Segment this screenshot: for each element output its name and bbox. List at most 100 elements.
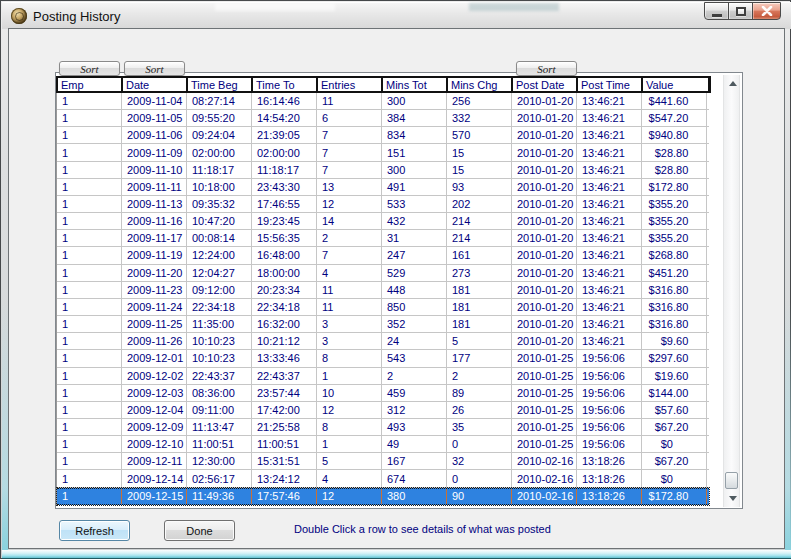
cell-time-to: 11:00:51 xyxy=(252,436,317,452)
cell-date: 2009-11-25 xyxy=(122,316,187,332)
cell-date: 2009-11-06 xyxy=(122,127,187,143)
minimize-button[interactable] xyxy=(704,2,729,20)
scroll-up-icon xyxy=(729,81,737,86)
cell-mins-chg: 89 xyxy=(447,385,512,401)
cell-time-to: 17:46:55 xyxy=(252,196,317,212)
table-row[interactable]: 12009-11-1610:47:2019:23:45144322142010-… xyxy=(57,213,709,230)
done-button[interactable]: Done xyxy=(164,520,235,541)
cell-value: $67.20 xyxy=(642,419,707,435)
cell-time-beg: 10:18:00 xyxy=(187,179,252,195)
cell-post-time: 13:18:26 xyxy=(577,453,642,469)
cell-mins-tot: 448 xyxy=(382,282,447,298)
table-row[interactable]: 12009-11-0902:00:0002:00:007151152010-01… xyxy=(57,144,709,161)
cell-mins-tot: 384 xyxy=(382,110,447,126)
refresh-button[interactable]: Refresh xyxy=(59,520,130,541)
table-row[interactable]: 12009-12-1011:00:5111:00:5114902010-01-2… xyxy=(57,436,709,453)
cell-date: 2009-11-11 xyxy=(122,179,187,195)
cell-mins-tot: 300 xyxy=(382,162,447,178)
cell-date: 2009-12-11 xyxy=(122,453,187,469)
sort-button-post-date[interactable]: Sort xyxy=(516,61,577,76)
column-header-time-to: Time To xyxy=(253,78,318,91)
table-row[interactable]: 12009-12-0222:43:3722:43:371222010-01-25… xyxy=(57,368,709,385)
column-header-mins-chg: Mins Chg xyxy=(448,78,513,91)
window-title: Posting History xyxy=(33,9,120,24)
cell-mins-chg: 214 xyxy=(447,230,512,246)
cell-date: 2009-11-05 xyxy=(122,110,187,126)
cell-post-time: 13:46:21 xyxy=(577,110,642,126)
table-row[interactable]: 12009-12-1402:56:1713:24:12467402010-02-… xyxy=(57,470,709,487)
cell-entries: 7 xyxy=(317,144,382,160)
table-row[interactable]: 12009-11-2422:34:1822:34:18118501812010-… xyxy=(57,299,709,316)
cell-time-beg: 09:11:00 xyxy=(187,402,252,418)
table-row[interactable]: 12009-11-2012:04:2718:00:0045292732010-0… xyxy=(57,265,709,282)
cell-time-to: 13:33:46 xyxy=(252,350,317,366)
cell-mins-chg: 0 xyxy=(447,436,512,452)
table-row[interactable]: 12009-11-2610:10:2310:21:1232452010-01-2… xyxy=(57,333,709,350)
table-row[interactable]: 12009-11-1912:24:0016:48:0072471612010-0… xyxy=(57,247,709,264)
cell-time-to: 16:32:00 xyxy=(252,316,317,332)
cell-emp: 1 xyxy=(57,144,122,160)
cell-post-date: 2010-01-20 xyxy=(512,144,577,160)
cell-value: $28.80 xyxy=(642,162,707,178)
cell-mins-chg: 26 xyxy=(447,402,512,418)
cell-post-time: 19:56:06 xyxy=(577,350,642,366)
sort-button-emp[interactable]: Sort xyxy=(59,61,120,76)
title-bar[interactable]: Posting History xyxy=(2,2,791,29)
cell-date: 2009-11-09 xyxy=(122,144,187,160)
table-row[interactable]: 12009-11-1110:18:0023:43:3013491932010-0… xyxy=(57,179,709,196)
table-row[interactable]: 12009-12-0308:36:0023:57:4410459892010-0… xyxy=(57,385,709,402)
sort-button-date[interactable]: Sort xyxy=(124,61,185,76)
column-header-emp: Emp xyxy=(58,78,123,91)
table-row[interactable]: 12009-11-0408:27:1416:14:46113002562010-… xyxy=(57,93,709,110)
table-row[interactable]: 12009-11-1309:35:3217:46:55125332022010-… xyxy=(57,196,709,213)
table-row[interactable]: 12009-11-2511:35:0016:32:0033521812010-0… xyxy=(57,316,709,333)
cell-emp: 1 xyxy=(57,419,122,435)
close-button[interactable] xyxy=(752,2,781,20)
table-row[interactable]: 12009-11-2309:12:0020:23:34114481812010-… xyxy=(57,282,709,299)
cell-mins-chg: 93 xyxy=(447,179,512,195)
table-row[interactable]: 12009-11-0609:24:0421:39:0578345702010-0… xyxy=(57,127,709,144)
scroll-down-icon xyxy=(729,496,737,501)
cell-emp: 1 xyxy=(57,333,122,349)
table-row[interactable]: 12009-12-0110:10:2313:33:4685431772010-0… xyxy=(57,350,709,367)
table-row[interactable]: 12009-12-1511:49:3617:57:4612380902010-0… xyxy=(57,488,709,505)
grid-body: 12009-11-0408:27:1416:14:46113002562010-… xyxy=(56,93,709,505)
cell-emp: 1 xyxy=(57,162,122,178)
scrollbar-thumb[interactable] xyxy=(725,472,738,489)
cell-date: 2009-11-23 xyxy=(122,282,187,298)
scroll-up-button[interactable] xyxy=(724,75,741,92)
cell-value: $0 xyxy=(642,470,707,486)
cell-entries: 8 xyxy=(317,350,382,366)
cell-entries: 5 xyxy=(317,453,382,469)
table-row[interactable]: 12009-12-1112:30:0015:31:515167322010-02… xyxy=(57,453,709,470)
cell-emp: 1 xyxy=(57,453,122,469)
cell-post-time: 13:46:21 xyxy=(577,247,642,263)
cell-emp: 1 xyxy=(57,127,122,143)
cell-date: 2009-11-16 xyxy=(122,213,187,229)
cell-post-time: 13:18:26 xyxy=(577,470,642,486)
cell-mins-chg: 15 xyxy=(447,144,512,160)
cell-mins-tot: 300 xyxy=(382,93,447,109)
cell-time-beg: 11:18:17 xyxy=(187,162,252,178)
table-row[interactable]: 12009-12-0911:13:4721:25:588493352010-01… xyxy=(57,419,709,436)
glass-frame-bottom xyxy=(2,550,791,559)
scroll-down-button[interactable] xyxy=(724,490,741,507)
cell-mins-chg: 202 xyxy=(447,196,512,212)
vertical-scrollbar[interactable] xyxy=(723,75,740,507)
table-row[interactable]: 12009-12-0409:11:0017:42:0012312262010-0… xyxy=(57,402,709,419)
cell-time-beg: 11:35:00 xyxy=(187,316,252,332)
cell-entries: 6 xyxy=(317,110,382,126)
table-row[interactable]: 12009-11-1700:08:1415:56:352312142010-01… xyxy=(57,230,709,247)
cell-time-beg: 12:04:27 xyxy=(187,265,252,281)
cell-emp: 1 xyxy=(57,247,122,263)
cell-time-beg: 10:10:23 xyxy=(187,333,252,349)
cell-entries: 8 xyxy=(317,419,382,435)
table-row[interactable]: 12009-11-1011:18:1711:18:177300152010-01… xyxy=(57,162,709,179)
cell-post-time: 19:56:06 xyxy=(577,385,642,401)
minimize-icon xyxy=(712,14,722,17)
cell-mins-tot: 31 xyxy=(382,230,447,246)
table-row[interactable]: 12009-11-0509:55:2014:54:2063843322010-0… xyxy=(57,110,709,127)
cell-entries: 12 xyxy=(317,489,382,504)
cell-time-to: 16:48:00 xyxy=(252,247,317,263)
maximize-button[interactable] xyxy=(728,2,753,20)
